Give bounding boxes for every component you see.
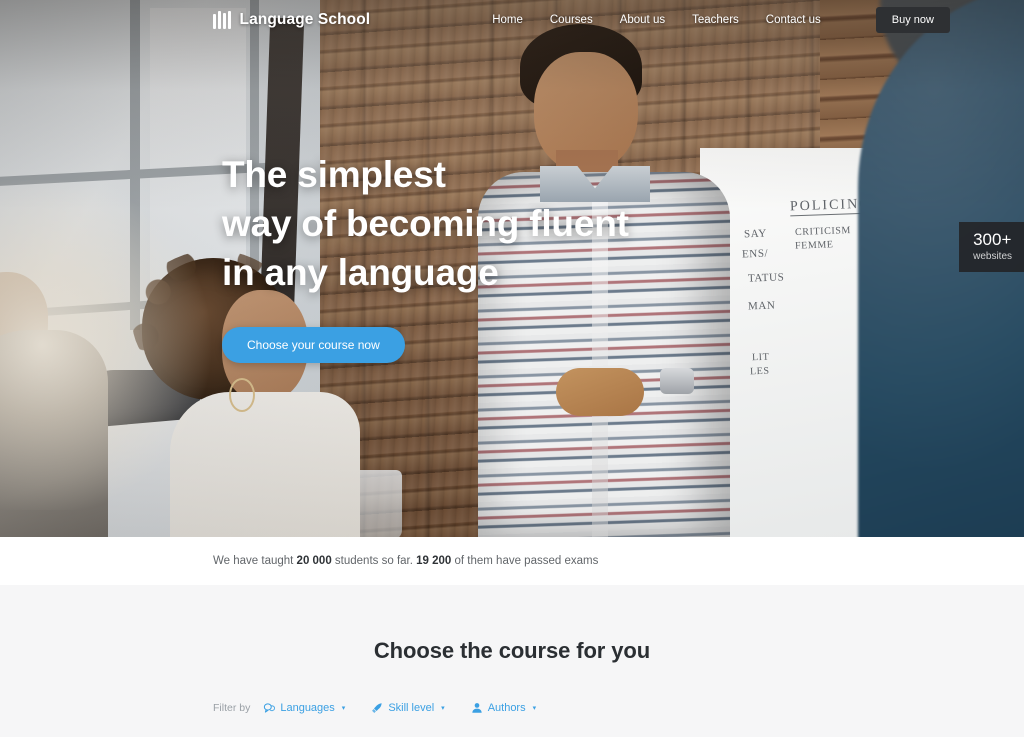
landing-page: POLICING SAY CRITICISM FEMME ENS/ TATUS … bbox=[0, 0, 1024, 737]
hero-copy: The simplest way of becoming fluent in a… bbox=[222, 150, 629, 363]
stats-students-count: 20 000 bbox=[296, 555, 332, 567]
filter-languages[interactable]: Languages ▾ bbox=[263, 702, 345, 714]
speech-bubble-icon bbox=[263, 702, 276, 714]
nav-item-about-us[interactable]: About us bbox=[620, 14, 665, 26]
courses-section: Choose the course for you Filter by Lang… bbox=[0, 585, 1024, 737]
filter-authors[interactable]: Authors ▾ bbox=[471, 702, 536, 714]
nav-item-home[interactable]: Home bbox=[492, 14, 523, 26]
whiteboard-text: TATUS bbox=[747, 271, 785, 285]
chevron-down-icon: ▾ bbox=[532, 705, 537, 712]
filter-languages-label: Languages bbox=[280, 702, 335, 714]
navbar: Language School Home Courses About us Te… bbox=[0, 0, 1024, 40]
filter-bar: Filter by Languages ▾ Skill level ▾ Auth… bbox=[213, 702, 1024, 714]
nav-item-contact-us[interactable]: Contact us bbox=[766, 14, 821, 26]
whiteboard-text: MAN bbox=[747, 299, 776, 313]
stats-suffix: of them have passed exams bbox=[451, 555, 599, 567]
whiteboard-text: CRITICISM bbox=[794, 225, 852, 238]
buy-now-button[interactable]: Buy now bbox=[875, 7, 950, 33]
teacher-hands bbox=[556, 368, 644, 416]
filter-authors-label: Authors bbox=[487, 702, 526, 714]
whiteboard-text: FEMME bbox=[794, 239, 834, 252]
lens-flare bbox=[0, 180, 240, 510]
stats-passed-count: 19 200 bbox=[416, 555, 452, 567]
nav-links: Home Courses About us Teachers Contact u… bbox=[492, 7, 950, 33]
bars-logo-icon bbox=[213, 11, 231, 29]
hero-title-line-1: The simplest bbox=[222, 154, 446, 195]
brand-logo[interactable]: Language School bbox=[213, 11, 370, 29]
wristwatch bbox=[660, 368, 694, 394]
stats-bar: We have taught 20 000 students so far. 1… bbox=[0, 537, 1024, 585]
badge-caption: websites bbox=[973, 251, 1012, 262]
websites-badge: 300+ websites bbox=[959, 222, 1024, 272]
filter-skill-level-label: Skill level bbox=[388, 702, 435, 714]
whiteboard-text: LES bbox=[749, 365, 770, 378]
nav-item-teachers[interactable]: Teachers bbox=[692, 14, 739, 26]
choose-course-button[interactable]: Choose your course now bbox=[222, 327, 405, 363]
user-icon bbox=[471, 702, 483, 714]
stats-text: We have taught 20 000 students so far. 1… bbox=[213, 555, 598, 567]
filter-skill-level[interactable]: Skill level ▾ bbox=[371, 702, 445, 714]
filter-by-label: Filter by bbox=[213, 702, 251, 714]
rocket-icon bbox=[371, 702, 383, 714]
chevron-down-icon: ▾ bbox=[341, 705, 346, 712]
nav-item-courses[interactable]: Courses bbox=[550, 14, 593, 26]
badge-number: 300+ bbox=[973, 230, 1012, 249]
whiteboard-text: ENS/ bbox=[741, 247, 769, 261]
section-title: Choose the course for you bbox=[373, 638, 651, 663]
whiteboard-text: SAY bbox=[743, 227, 767, 241]
stats-prefix: We have taught bbox=[213, 555, 297, 567]
hero-section: POLICING SAY CRITICISM FEMME ENS/ TATUS … bbox=[0, 0, 1024, 537]
whiteboard-text: LIT bbox=[751, 351, 770, 364]
hero-title-line-2: way of becoming fluent bbox=[222, 203, 629, 244]
hero-title-line-3: in any language bbox=[222, 252, 499, 293]
chevron-down-icon: ▾ bbox=[441, 705, 445, 712]
stats-middle: students so far. bbox=[331, 555, 417, 567]
brand-name: Language School bbox=[239, 11, 371, 28]
